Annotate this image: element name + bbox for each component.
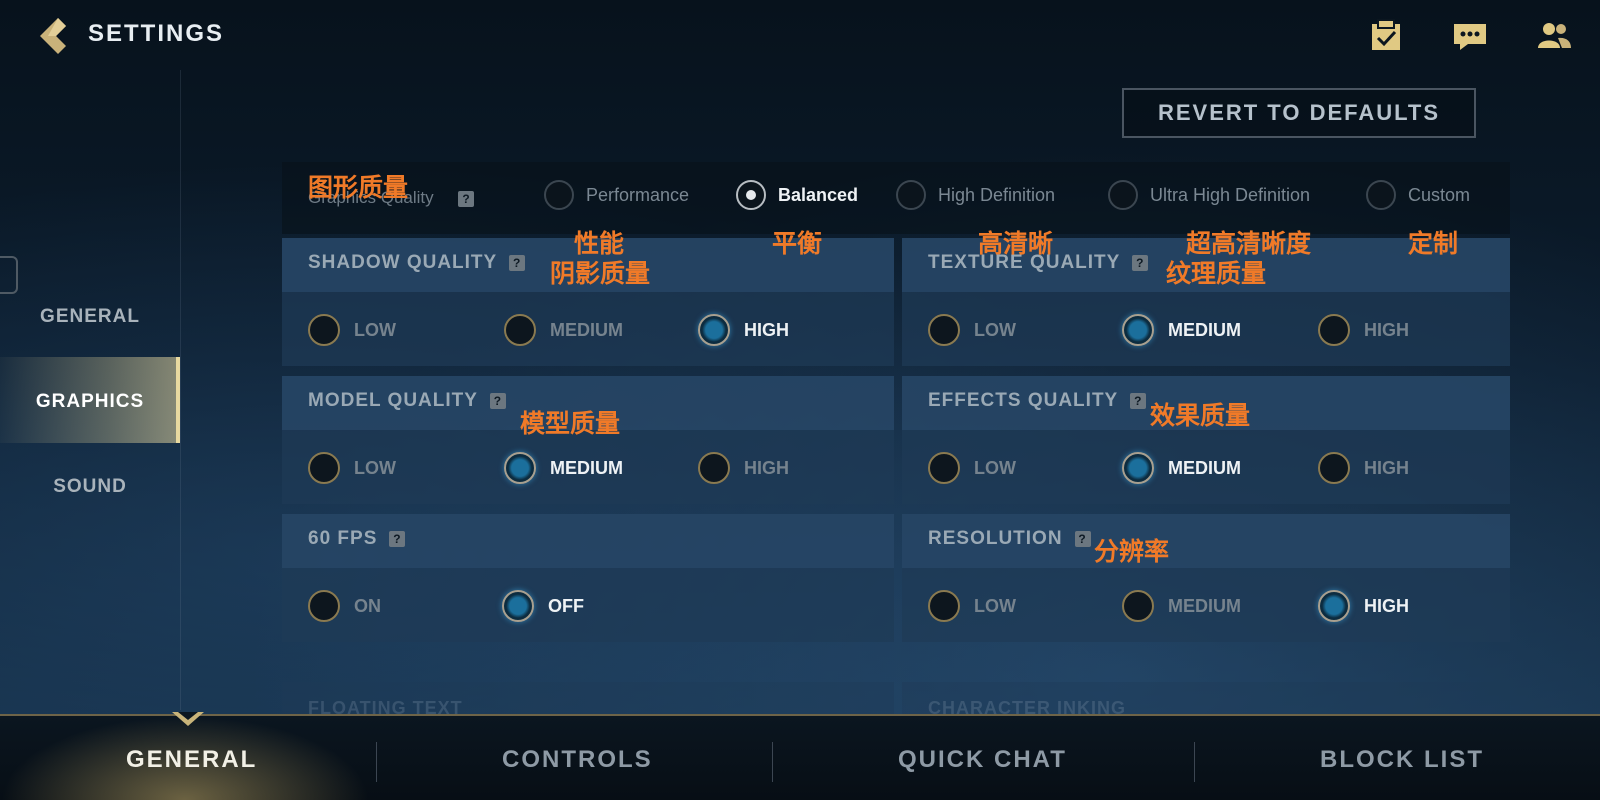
annotation-effects-quality: 效果质量 (1150, 401, 1251, 430)
effects-option-low[interactable]: LOW (928, 452, 1016, 484)
gq-option-high-definition[interactable]: High Definition (896, 180, 1055, 210)
chat-icon[interactable] (1452, 18, 1488, 54)
texture-option-low[interactable]: LOW (928, 314, 1016, 346)
radio-icon (308, 452, 340, 484)
fps-option-off[interactable]: OFF (502, 590, 584, 622)
radio-icon (544, 180, 574, 210)
model-option-low[interactable]: LOW (308, 452, 396, 484)
radio-icon (896, 180, 926, 210)
texture-option-medium[interactable]: MEDIUM (1122, 314, 1241, 346)
tab-block-list[interactable]: BLOCK LIST (1320, 746, 1484, 774)
radio-icon (1108, 180, 1138, 210)
help-icon[interactable]: ? (509, 255, 526, 271)
sidebar-item-general[interactable]: GENERAL (0, 306, 180, 328)
tab-general[interactable]: GENERAL (126, 746, 257, 774)
annotation-model-quality: 模型质量 (520, 409, 621, 438)
help-icon[interactable]: ? (389, 531, 406, 547)
radio-selected-icon (736, 180, 766, 210)
help-icon[interactable]: ? (1130, 393, 1147, 409)
annotation-graphics-quality: 图形质量 (308, 173, 409, 202)
tab-separator (1194, 742, 1195, 782)
help-icon[interactable]: ? (1074, 531, 1091, 547)
resolution-option-medium[interactable]: MEDIUM (1122, 590, 1241, 622)
checklist-icon[interactable] (1368, 18, 1404, 54)
help-icon[interactable]: ? (1132, 255, 1149, 271)
radio-icon (504, 314, 536, 346)
gq-option-balanced[interactable]: Balanced (736, 180, 858, 210)
radio-selected-icon (502, 590, 534, 622)
radio-selected-icon (1122, 314, 1154, 346)
sidebar-item-sound[interactable]: SOUND (0, 476, 180, 498)
radio-selected-icon (1122, 452, 1154, 484)
tab-controls[interactable]: CONTROLS (502, 746, 653, 774)
radio-icon (928, 452, 960, 484)
shadow-option-high[interactable]: HIGH (698, 314, 789, 346)
radio-selected-icon (1318, 590, 1350, 622)
shadow-option-low[interactable]: LOW (308, 314, 396, 346)
sidebar-item-graphics[interactable]: GRAPHICS (0, 391, 180, 413)
fps-title: 60 FPS? (308, 528, 406, 550)
model-option-high[interactable]: HIGH (698, 452, 789, 484)
radio-icon (1318, 314, 1350, 346)
active-tab-caret-inner (178, 712, 198, 720)
tab-quick-chat[interactable]: QUICK CHAT (898, 746, 1067, 774)
page-title: SETTINGS (88, 20, 225, 47)
effects-option-medium[interactable]: MEDIUM (1122, 452, 1241, 484)
annotation-shadow-quality: 阴影质量 (550, 259, 651, 288)
radio-icon (698, 452, 730, 484)
tab-separator (376, 742, 377, 782)
resolution-option-high[interactable]: HIGH (1318, 590, 1409, 622)
annotation-custom: 定制 (1408, 229, 1459, 258)
help-icon[interactable]: ? (458, 191, 474, 207)
radio-selected-icon (698, 314, 730, 346)
radio-icon (928, 590, 960, 622)
annotation-high-definition: 高清晰 (978, 229, 1054, 258)
help-icon[interactable]: ? (489, 393, 506, 409)
radio-icon (308, 590, 340, 622)
effects-quality-title: EFFECTS QUALITY? (928, 390, 1147, 412)
resolution-title: RESOLUTION? (928, 528, 1091, 550)
resolution-option-low[interactable]: LOW (928, 590, 1016, 622)
gq-option-custom[interactable]: Custom (1366, 180, 1470, 210)
radio-selected-icon (504, 452, 536, 484)
model-quality-title: MODEL QUALITY? (308, 390, 506, 412)
annotation-resolution: 分辨率 (1094, 537, 1170, 566)
bottom-divider (0, 714, 1600, 716)
revert-to-defaults-button[interactable]: REVERT TO DEFAULTS (1122, 88, 1476, 138)
sidebar-collapse-handle[interactable] (0, 256, 18, 294)
back-icon[interactable] (36, 16, 76, 56)
radio-icon (928, 314, 960, 346)
radio-icon (308, 314, 340, 346)
tab-separator (772, 742, 773, 782)
fps-option-on[interactable]: ON (308, 590, 381, 622)
radio-icon (1122, 590, 1154, 622)
gq-option-ultra-high-definition[interactable]: Ultra High Definition (1108, 180, 1310, 210)
annotation-balanced: 平衡 (772, 229, 823, 258)
sidebar-divider (180, 70, 181, 710)
friends-icon[interactable] (1536, 18, 1572, 54)
shadow-quality-title: SHADOW QUALITY? (308, 252, 526, 274)
radio-icon (1318, 452, 1350, 484)
radio-icon (1366, 180, 1396, 210)
texture-option-high[interactable]: HIGH (1318, 314, 1409, 346)
model-option-medium[interactable]: MEDIUM (504, 452, 623, 484)
shadow-option-medium[interactable]: MEDIUM (504, 314, 623, 346)
effects-option-high[interactable]: HIGH (1318, 452, 1409, 484)
gq-option-performance[interactable]: Performance (544, 180, 689, 210)
annotation-texture-quality: 纹理质量 (1166, 259, 1267, 288)
